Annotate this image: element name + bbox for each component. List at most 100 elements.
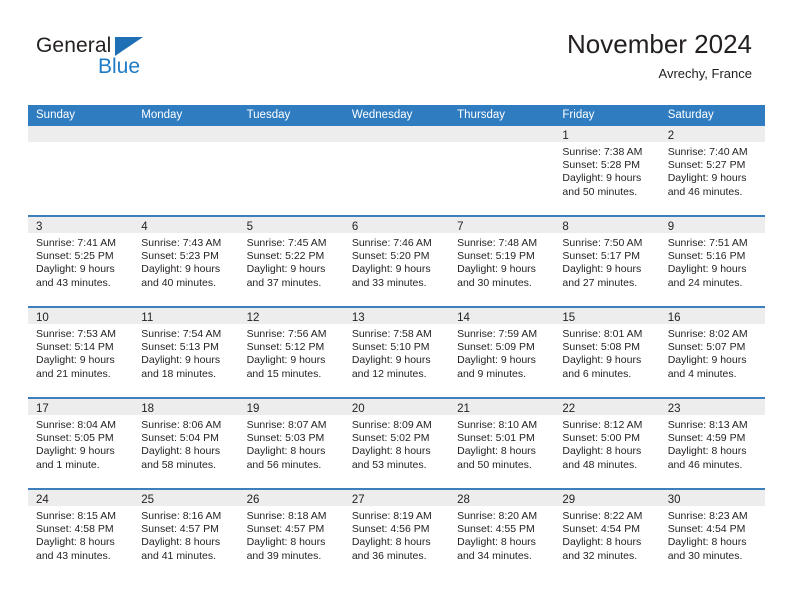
day-number: 18: [141, 403, 155, 415]
day-sun-info: Sunrise: 8:04 AM Sunset: 5:05 PM Daylight:…: [28, 415, 133, 472]
day-sun-info: Sunrise: 8:12 AM Sunset: 5:00 PM Daylight:…: [554, 415, 659, 472]
calendar-day-cell[interactable]: 6 Sunrise: 7:46 AM Sunset: 5:20 PM Daylight…: [343, 217, 450, 306]
sunrise-text: Sunrise: 8:02 AM: [667, 328, 748, 340]
daylight-text-line2: and 30 minutes.: [457, 276, 532, 289]
calendar-day-cell[interactable]: 5 Sunrise: 7:45 AM Sunset: 5:22 PM Daylight…: [238, 217, 344, 306]
sunrise-text: Sunrise: 7:38 AM: [562, 146, 643, 158]
calendar-day-cell[interactable]: 16 Sunrise: 8:02 AM Sunset: 5:07 PM Dayligh…: [659, 308, 765, 397]
sunset-text: Sunset: 5:00 PM: [562, 432, 641, 445]
weekday-header-wednesday: Wednesday: [351, 109, 413, 121]
calendar-day-cell[interactable]: 28 Sunrise: 8:20 AM Sunset: 4:55 PM Dayligh…: [449, 490, 555, 579]
calendar-day-cell[interactable]: 25 Sunrise: 8:16 AM Sunset: 4:57 PM Dayligh…: [133, 490, 239, 579]
calendar-day-cell[interactable]: 30 Sunrise: 8:23 AM Sunset: 4:54 PM Dayligh…: [659, 490, 765, 579]
day-sun-info: Sunrise: 8:15 AM Sunset: 4:58 PM Daylight:…: [28, 506, 133, 563]
day-number: 1: [562, 130, 569, 142]
page-title: November 2024: [567, 29, 752, 59]
daylight-text-line2: and 46 minutes.: [667, 185, 743, 198]
daylight-text-line1: Daylight: 8 hours: [351, 445, 431, 458]
daylight-text-line2: and 48 minutes.: [562, 458, 638, 471]
sunrise-text: Sunrise: 8:09 AM: [351, 419, 432, 431]
sunset-text: Sunset: 4:57 PM: [141, 523, 219, 536]
daylight-text-line2: and 46 minutes.: [667, 458, 743, 471]
calendar-day-cell[interactable]: 3 Sunrise: 7:41 AM Sunset: 5:25 PM Daylight…: [28, 217, 134, 306]
calendar-day-cell[interactable]: 14 Sunrise: 7:59 AM Sunset: 5:09 PM Dayligh…: [449, 308, 555, 397]
weekday-header-monday: Monday: [141, 109, 183, 121]
sunrise-text: Sunrise: 7:58 AM: [351, 328, 432, 340]
sunset-text: Sunset: 5:28 PM: [562, 159, 641, 172]
sunset-text: Sunset: 5:22 PM: [246, 250, 325, 263]
calendar-day-cell[interactable]: 13 Sunrise: 7:58 AM Sunset: 5:10 PM Dayligh…: [343, 308, 450, 397]
sunset-text: Sunset: 5:17 PM: [562, 250, 641, 263]
day-number: 5: [246, 221, 253, 233]
sunrise-text: Sunrise: 8:01 AM: [562, 328, 643, 340]
daylight-text-line2: and 30 minutes.: [667, 549, 743, 562]
logo-text-blue: Blue: [98, 55, 141, 78]
sunrise-text: Sunrise: 8:19 AM: [351, 510, 432, 522]
daylight-text-line2: and 58 minutes.: [141, 458, 216, 471]
day-number-strip: 15: [554, 308, 660, 324]
calendar-day-cell[interactable]: 2 Sunrise: 7:40 AM Sunset: 5:27 PM Daylight…: [659, 126, 765, 215]
calendar-day-cell[interactable]: 23 Sunrise: 8:13 AM Sunset: 4:59 PM Dayligh…: [659, 399, 765, 488]
daylight-text-line2: and 33 minutes.: [351, 276, 427, 289]
calendar-day-cell[interactable]: 24 Sunrise: 8:15 AM Sunset: 4:58 PM Dayligh…: [28, 490, 134, 579]
day-number: 4: [141, 221, 148, 233]
calendar-week-row: 10 Sunrise: 7:53 AM Sunset: 5:14 PM Dayligh…: [28, 306, 765, 397]
calendar-day-cell[interactable]: 12 Sunrise: 7:56 AM Sunset: 5:12 PM Dayligh…: [238, 308, 344, 397]
daylight-text-line1: Daylight: 9 hours: [562, 263, 642, 276]
calendar-day-cell[interactable]: 26 Sunrise: 8:18 AM Sunset: 4:57 PM Dayligh…: [238, 490, 344, 579]
day-sun-info: Sunrise: 8:09 AM Sunset: 5:02 PM Daylight:…: [344, 415, 449, 472]
sunrise-text: Sunrise: 8:10 AM: [457, 419, 538, 431]
calendar-day-cell[interactable]: 19 Sunrise: 8:07 AM Sunset: 5:03 PM Dayligh…: [238, 399, 344, 488]
day-number-strip: [343, 126, 450, 142]
daylight-text-line2: and 50 minutes.: [457, 458, 532, 471]
daylight-text-line2: and 40 minutes.: [141, 276, 216, 289]
daylight-text-line1: Daylight: 8 hours: [246, 445, 326, 458]
daylight-text-line1: Daylight: 8 hours: [36, 536, 115, 549]
day-number: 14: [457, 312, 470, 324]
calendar-day-cell[interactable]: 29 Sunrise: 8:22 AM Sunset: 4:54 PM Dayligh…: [554, 490, 660, 579]
calendar-day-cell[interactable]: 9 Sunrise: 7:51 AM Sunset: 5:16 PM Daylight…: [659, 217, 765, 306]
daylight-text-line1: Daylight: 9 hours: [667, 263, 747, 276]
daylight-text-line2: and 56 minutes.: [246, 458, 322, 471]
day-sun-info: Sunrise: 8:19 AM Sunset: 4:56 PM Daylight:…: [344, 506, 449, 563]
day-number: 29: [562, 494, 576, 506]
sunset-text: Sunset: 5:23 PM: [141, 250, 219, 263]
calendar-day-cell[interactable]: 7 Sunrise: 7:48 AM Sunset: 5:19 PM Daylight…: [449, 217, 555, 306]
calendar-day-cell[interactable]: 1 Sunrise: 7:38 AM Sunset: 5:28 PM Daylight…: [554, 126, 660, 215]
day-number: 26: [246, 494, 260, 506]
day-number: 11: [141, 312, 154, 324]
day-number-strip: 25: [133, 490, 239, 506]
calendar-week-row: 3 Sunrise: 7:41 AM Sunset: 5:25 PM Daylight…: [28, 215, 765, 306]
day-sun-info: Sunrise: 7:46 AM Sunset: 5:20 PM Daylight:…: [344, 233, 449, 290]
day-number: 30: [667, 494, 681, 506]
calendar-day-cell[interactable]: 22 Sunrise: 8:12 AM Sunset: 5:00 PM Dayligh…: [554, 399, 660, 488]
daylight-text-line1: Daylight: 8 hours: [667, 536, 747, 549]
day-number: 24: [36, 494, 49, 506]
daylight-text-line1: Daylight: 9 hours: [246, 354, 326, 367]
day-sun-info: Sunrise: 7:41 AM Sunset: 5:25 PM Daylight:…: [28, 233, 133, 290]
calendar-day-cell[interactable]: 15 Sunrise: 8:01 AM Sunset: 5:08 PM Dayligh…: [554, 308, 660, 397]
daylight-text-line1: Daylight: 9 hours: [351, 263, 431, 276]
sunset-text: Sunset: 4:54 PM: [562, 523, 641, 536]
calendar-day-cell[interactable]: 27 Sunrise: 8:19 AM Sunset: 4:56 PM Dayligh…: [343, 490, 450, 579]
day-sun-info: Sunrise: 8:01 AM Sunset: 5:08 PM Daylight:…: [554, 324, 659, 381]
daylight-text-line1: Daylight: 9 hours: [562, 354, 642, 367]
day-number: 15: [562, 312, 576, 324]
calendar-day-cell[interactable]: 18 Sunrise: 8:06 AM Sunset: 5:04 PM Dayligh…: [133, 399, 239, 488]
calendar-day-cell[interactable]: 4 Sunrise: 7:43 AM Sunset: 5:23 PM Daylight…: [133, 217, 239, 306]
triangle-icon: [115, 37, 143, 56]
sunset-text: Sunset: 5:02 PM: [351, 432, 430, 445]
calendar-week-row: 17 Sunrise: 8:04 AM Sunset: 5:05 PM Dayligh…: [28, 397, 765, 488]
calendar-day-cell[interactable]: 20 Sunrise: 8:09 AM Sunset: 5:02 PM Dayligh…: [343, 399, 450, 488]
sunset-text: Sunset: 5:01 PM: [457, 432, 535, 445]
calendar-day-cell-empty: [238, 126, 344, 215]
calendar-day-cell[interactable]: 17 Sunrise: 8:04 AM Sunset: 5:05 PM Dayligh…: [28, 399, 134, 488]
calendar-day-cell[interactable]: 8 Sunrise: 7:50 AM Sunset: 5:17 PM Daylight…: [554, 217, 660, 306]
general-blue-logo[interactable]: General Blue: [36, 34, 186, 88]
day-number-strip: 30: [659, 490, 765, 506]
calendar-day-cell[interactable]: 21 Sunrise: 8:10 AM Sunset: 5:01 PM Dayligh…: [449, 399, 555, 488]
calendar-day-cell[interactable]: 11 Sunrise: 7:54 AM Sunset: 5:13 PM Dayligh…: [133, 308, 239, 397]
daylight-text-line1: Daylight: 9 hours: [36, 445, 115, 458]
calendar-day-cell[interactable]: 10 Sunrise: 7:53 AM Sunset: 5:14 PM Dayligh…: [28, 308, 134, 397]
day-number: 13: [351, 312, 365, 324]
